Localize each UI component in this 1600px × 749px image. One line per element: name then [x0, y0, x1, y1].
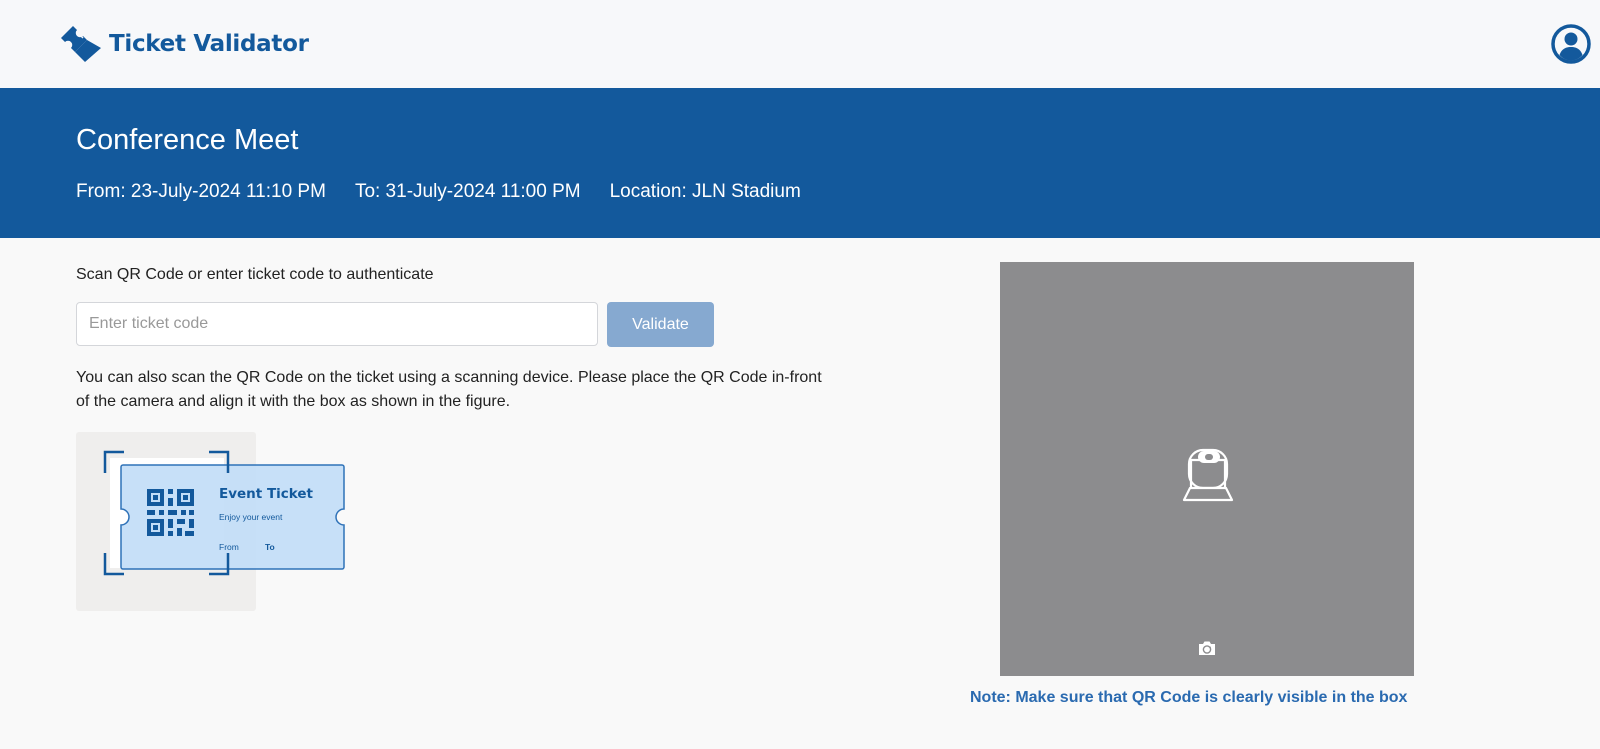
validate-button[interactable]: Validate	[607, 302, 714, 347]
webcam-icon	[1182, 448, 1234, 502]
event-details: From: 23-July-2024 11:10 PM To: 31-July-…	[76, 181, 830, 203]
event-to: To: 31-July-2024 11:00 PM	[354, 181, 581, 202]
ticket-title: Event Ticket	[219, 486, 314, 502]
scanner-note: Note: Make sure that QR Code is clearly …	[970, 689, 1408, 706]
event-banner: Conference Meet From: 23-July-2024 11:10…	[0, 88, 1600, 238]
validation-instruction: Scan QR Code or enter ticket code to aut…	[76, 266, 434, 283]
app-title: Ticket Validator	[109, 31, 309, 57]
ticket-to-label: To	[265, 542, 275, 552]
top-bar: Ticket Validator	[0, 0, 1600, 88]
ticket-subtitle: Enjoy your event	[219, 512, 283, 522]
event-title: Conference Meet	[76, 124, 299, 156]
ticket-code-input[interactable]	[76, 302, 598, 346]
qr-alignment-illustration: Event Ticket Enjoy your event From To	[76, 432, 345, 611]
ticket-icon	[61, 26, 101, 62]
app-logo[interactable]: Ticket Validator	[59, 24, 309, 64]
scan-help-text: You can also scan the QR Code on the tic…	[76, 369, 822, 410]
switch-camera-icon[interactable]	[1197, 639, 1217, 657]
event-from: From: 23-July-2024 11:10 PM	[76, 181, 326, 202]
event-location: Location: JLN Stadium	[609, 181, 801, 202]
camera-preview	[1000, 262, 1414, 676]
ticket-illustration: Event Ticket Enjoy your event From To	[103, 450, 345, 576]
user-circle-icon[interactable]	[1551, 24, 1591, 64]
ticket-from-label: From	[219, 542, 239, 552]
